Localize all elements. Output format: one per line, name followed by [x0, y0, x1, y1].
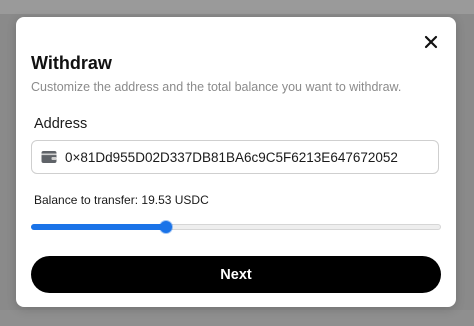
withdraw-dialog: Withdraw Customize the address and the t…	[16, 17, 456, 307]
address-label: Address	[34, 116, 88, 132]
wallet-icon	[41, 151, 57, 163]
close-icon	[424, 35, 438, 49]
backdrop-top	[0, 0, 474, 14]
balance-to-transfer: Balance to transfer: 19.53 USDC	[34, 193, 209, 207]
address-input[interactable]	[65, 142, 435, 172]
slider-thumb[interactable]	[160, 221, 173, 233]
next-button[interactable]: Next	[31, 256, 441, 293]
balance-slider[interactable]	[31, 219, 441, 235]
slider-fill	[31, 224, 167, 230]
backdrop-bottom	[0, 310, 474, 326]
dialog-subtitle: Customize the address and the total bala…	[31, 80, 402, 94]
address-field[interactable]	[31, 140, 439, 174]
close-button[interactable]	[420, 31, 442, 53]
dialog-title: Withdraw	[31, 53, 112, 73]
